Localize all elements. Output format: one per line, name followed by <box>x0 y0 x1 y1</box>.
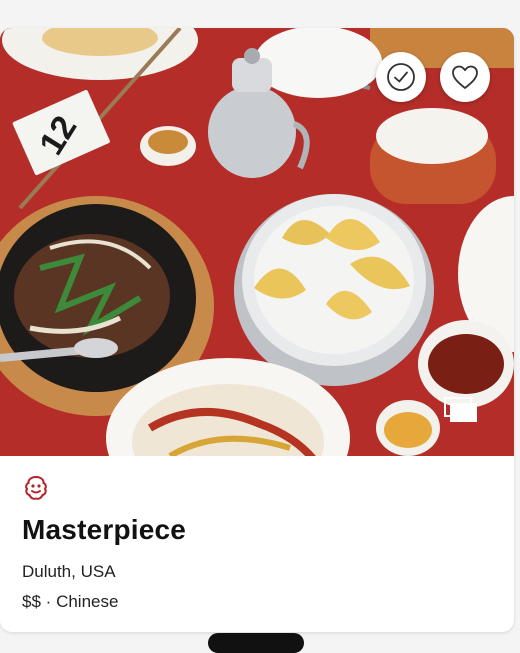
restaurant-name[interactable]: Masterpiece <box>22 514 494 546</box>
bottom-floating-button[interactable] <box>208 633 304 653</box>
checkmark-circle-icon <box>387 63 415 91</box>
photo-gallery-icon[interactable] <box>444 397 478 423</box>
restaurant-photo[interactable]: 12 <box>0 28 514 456</box>
cuisine-type: Chinese <box>56 592 119 611</box>
food-photo-illustration: 12 <box>0 28 514 456</box>
favorite-button[interactable] <box>440 52 490 102</box>
restaurant-card[interactable]: 12 Masterpiece Duluth, USA $$ · Chinese <box>0 28 514 632</box>
price-level: $$ <box>22 592 41 611</box>
meta-separator: · <box>45 592 52 611</box>
visited-toggle-button[interactable] <box>376 52 426 102</box>
heart-outline-icon <box>452 65 478 89</box>
restaurant-meta: $$ · Chinese <box>22 592 494 612</box>
michelin-bibendum-icon <box>25 475 47 500</box>
restaurant-info: Masterpiece Duluth, USA $$ · Chinese <box>22 474 494 612</box>
restaurant-location: Duluth, USA <box>22 562 116 581</box>
